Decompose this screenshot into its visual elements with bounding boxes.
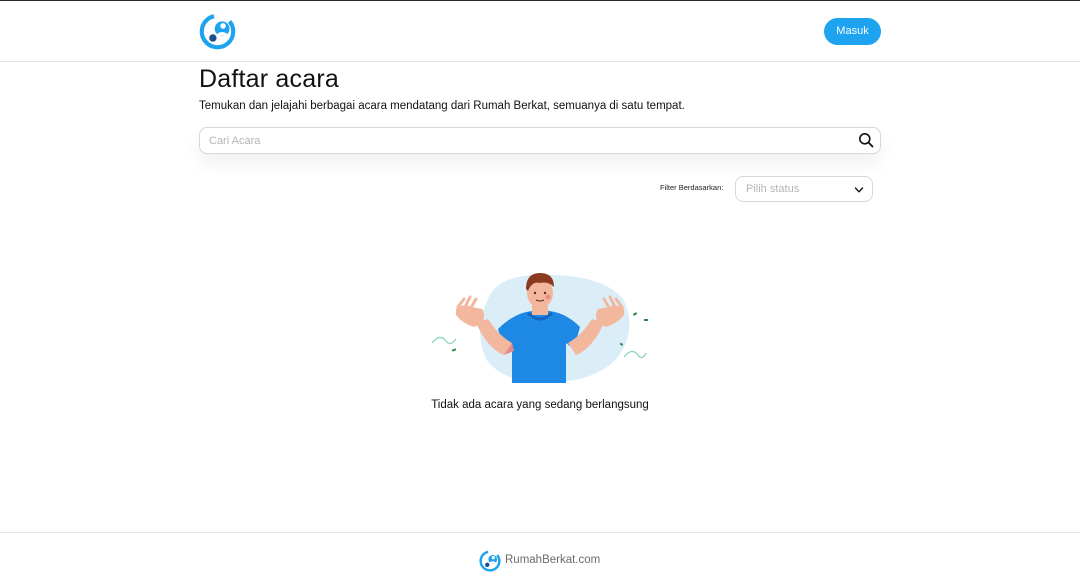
search-input[interactable]: [201, 129, 841, 152]
top-header: Masuk: [0, 1, 1080, 62]
status-select[interactable]: Pilih status: [735, 176, 873, 202]
search-bar: [199, 127, 881, 154]
shrugging-man-illustration: [431, 273, 648, 383]
search-icon[interactable]: [858, 132, 874, 148]
footer-brand-link[interactable]: RumahBerkat.com: [505, 554, 600, 566]
page-subtitle: Temukan dan jelajahi berbagai acara mend…: [199, 100, 685, 112]
status-select-placeholder: Pilih status: [746, 183, 800, 195]
login-button[interactable]: Masuk: [824, 18, 881, 45]
chevron-down-icon: [854, 187, 864, 193]
rumahberkat-logo-icon[interactable]: [479, 550, 501, 572]
footer: RumahBerkat.com: [0, 532, 1080, 587]
filter-label: Filter Berdasarkan:: [660, 183, 724, 192]
empty-state-message: Tidak ada acara yang sedang berlangsung: [431, 399, 649, 411]
rumahberkat-logo-icon[interactable]: [199, 13, 236, 50]
page-title: Daftar acara: [199, 65, 339, 93]
page: Masuk Daftar acara Temukan dan jelajahi …: [0, 0, 1080, 587]
